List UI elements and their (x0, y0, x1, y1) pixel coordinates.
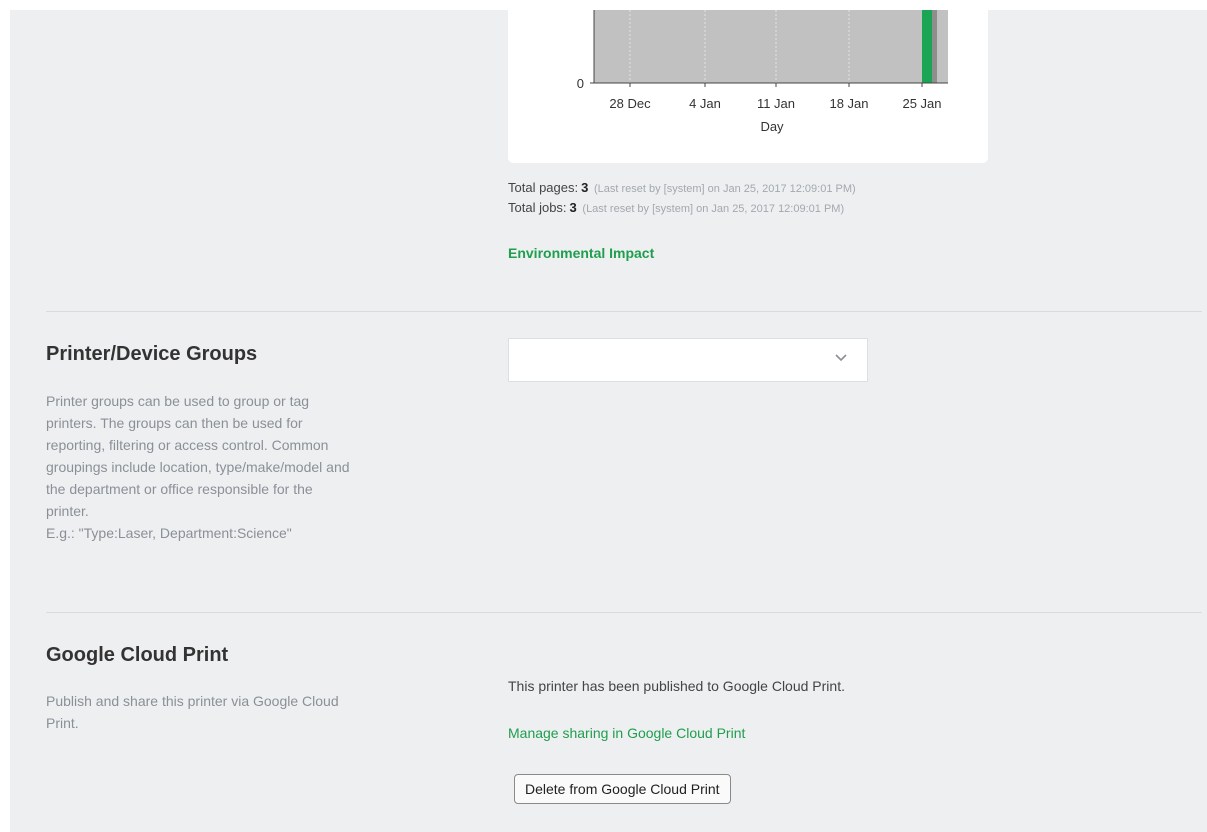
description-line: Print. (46, 715, 79, 731)
x-ticks: 28 Dec 4 Jan 11 Jan 18 Jan 25 Jan (609, 83, 942, 111)
x-axis-title: Day (760, 119, 784, 134)
chevron-down-icon (835, 354, 847, 362)
total-jobs-row: Total jobs: 3 (Last reset by [system] on … (508, 198, 856, 218)
total-pages-label: Total pages: (508, 180, 579, 195)
printer-settings-page: 0 28 Dec 4 Jan 11 Jan 18 Jan 25 Jan Day … (10, 10, 1207, 832)
description-line: groupings include location, type/make/mo… (46, 459, 350, 475)
usage-chart: 0 28 Dec 4 Jan 11 Jan 18 Jan 25 Jan Day (577, 10, 948, 134)
total-pages-value: 3 (581, 180, 589, 195)
description-line: E.g.: "Type:Laser, Department:Science" (46, 525, 292, 541)
total-jobs-value: 3 (569, 200, 577, 215)
x-tick-label: 25 Jan (902, 96, 941, 111)
description-line: printers. The groups can then be used fo… (46, 415, 303, 431)
printer-groups-description: Printer groups can be used to group or t… (46, 390, 446, 544)
x-tick-label: 4 Jan (689, 96, 721, 111)
printer-groups-select[interactable] (508, 338, 868, 382)
section-divider (46, 612, 1202, 613)
google-cloud-print-title: Google Cloud Print (46, 644, 229, 666)
y-tick-label: 0 (577, 76, 584, 91)
data-bar-edge (932, 10, 937, 83)
google-cloud-print-description: Publish and share this printer via Googl… (46, 690, 446, 734)
environmental-impact-link[interactable]: Environmental Impact (508, 245, 654, 261)
total-pages-reset-note: (Last reset by [system] on Jan 25, 2017 … (593, 183, 856, 195)
printer-groups-title: Printer/Device Groups (46, 343, 258, 365)
total-jobs-label: Total jobs: (508, 200, 567, 215)
total-pages-row: Total pages: 3 (Last reset by [system] on… (508, 178, 856, 198)
description-line: Printer groups can be used to group or t… (46, 393, 310, 409)
data-bar-25-jan (922, 10, 932, 83)
x-tick-label: 28 Dec (609, 96, 651, 111)
total-jobs-reset-note: (Last reset by [system] on Jan 25, 2017 … (582, 203, 845, 215)
usage-chart-card: 0 28 Dec 4 Jan 11 Jan 18 Jan 25 Jan Day (508, 10, 988, 163)
gcp-published-status: This printer has been published to Googl… (508, 678, 845, 694)
description-line: printer. (46, 503, 89, 519)
description-line: the department or office responsible for… (46, 481, 313, 497)
print-stats: Total pages: 3 (Last reset by [system] on… (508, 178, 856, 218)
description-line: Publish and share this printer via Googl… (46, 693, 339, 709)
delete-from-gcp-button[interactable]: Delete from Google Cloud Print (514, 774, 731, 804)
section-divider (46, 311, 1202, 312)
manage-sharing-link[interactable]: Manage sharing in Google Cloud Print (508, 725, 745, 741)
x-tick-label: 11 Jan (757, 96, 795, 111)
description-line: reporting, filtering or access control. … (46, 437, 329, 453)
x-tick-label: 18 Jan (829, 96, 868, 111)
plot-area (594, 10, 948, 83)
